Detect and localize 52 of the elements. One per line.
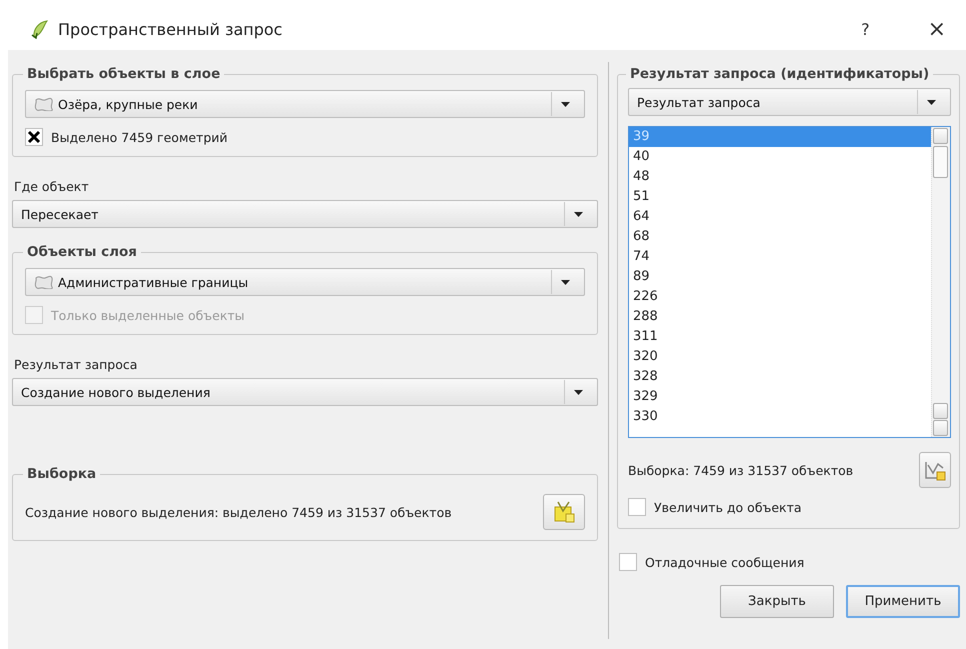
list-item[interactable]: 64 xyxy=(629,207,931,227)
checkbox-label: Выделено 7459 геометрий xyxy=(51,130,228,144)
selection-icon xyxy=(552,501,576,523)
selection-summary: Создание нового выделения: выделено 7459 из 31537 объектов xyxy=(25,504,452,520)
dropdown-arrow-icon xyxy=(574,390,582,394)
group-title: Выбрать объекты в слое xyxy=(26,66,222,82)
checkbox[interactable] xyxy=(628,498,646,516)
group-title: Объекты слоя xyxy=(26,244,138,260)
result-type-dropdown[interactable]: Результат запроса xyxy=(628,88,951,116)
list-item[interactable]: 288 xyxy=(629,307,931,327)
layer-dropdown[interactable]: Административные границы xyxy=(25,268,585,296)
list-item[interactable]: 48 xyxy=(629,167,931,187)
group-title: Результат запроса (идентификаторы) xyxy=(629,66,930,82)
checkbox-label: Отладочные сообщения xyxy=(645,554,804,570)
selection-count: Выборка: 7459 из 31537 объектов xyxy=(628,462,854,478)
list-item[interactable]: 330 xyxy=(629,407,931,427)
list-item[interactable]: 311 xyxy=(629,327,931,347)
dropdown-arrow-icon xyxy=(560,102,570,106)
list-item[interactable]: 74 xyxy=(629,247,931,267)
layer-dropdown[interactable]: Озёра, крупные реки xyxy=(25,90,585,118)
list-item[interactable]: 320 xyxy=(629,347,931,367)
predicate-dropdown[interactable]: Пересекает xyxy=(12,200,598,228)
list-item[interactable]: 51 xyxy=(629,187,931,207)
field-label: Результат запроса xyxy=(14,357,138,372)
checkbox[interactable] xyxy=(25,128,43,146)
field-label: Где объект xyxy=(14,179,90,194)
dialog-button[interactable]: Закрыть xyxy=(720,585,834,618)
group-title: Выборка xyxy=(26,466,98,482)
checkbox-label: Увеличить до объекта xyxy=(654,500,802,514)
dropdown-arrow-icon xyxy=(574,212,582,216)
polygon-layer-icon xyxy=(34,275,54,289)
window-title: Пространственный запрос xyxy=(58,20,284,38)
app-logo-icon xyxy=(30,19,50,39)
help-button[interactable]: ? xyxy=(861,20,870,38)
zoom-to-selection-button[interactable] xyxy=(919,452,951,488)
list-item[interactable]: 328 xyxy=(629,367,931,387)
scrollbar[interactable] xyxy=(931,127,950,437)
dialog-button[interactable]: Применить xyxy=(846,585,960,618)
list-item[interactable]: 68 xyxy=(629,227,931,247)
selection-button[interactable] xyxy=(543,494,585,530)
list-item[interactable]: 89 xyxy=(629,267,931,287)
zoom-to-selection-icon xyxy=(924,459,946,481)
checkbox[interactable] xyxy=(619,553,637,571)
list-item[interactable]: 226 xyxy=(629,287,931,307)
list-item[interactable]: 329 xyxy=(629,387,931,407)
checkbox-label: Только выделенные объекты xyxy=(51,308,245,322)
polygon-layer-icon xyxy=(34,97,54,111)
close-button[interactable]: × xyxy=(928,16,946,42)
dropdown-arrow-icon xyxy=(926,100,936,104)
list-item[interactable]: 40 xyxy=(629,147,931,167)
dropdown-arrow-icon xyxy=(560,280,570,284)
result-dropdown[interactable]: Создание нового выделения xyxy=(12,378,598,406)
